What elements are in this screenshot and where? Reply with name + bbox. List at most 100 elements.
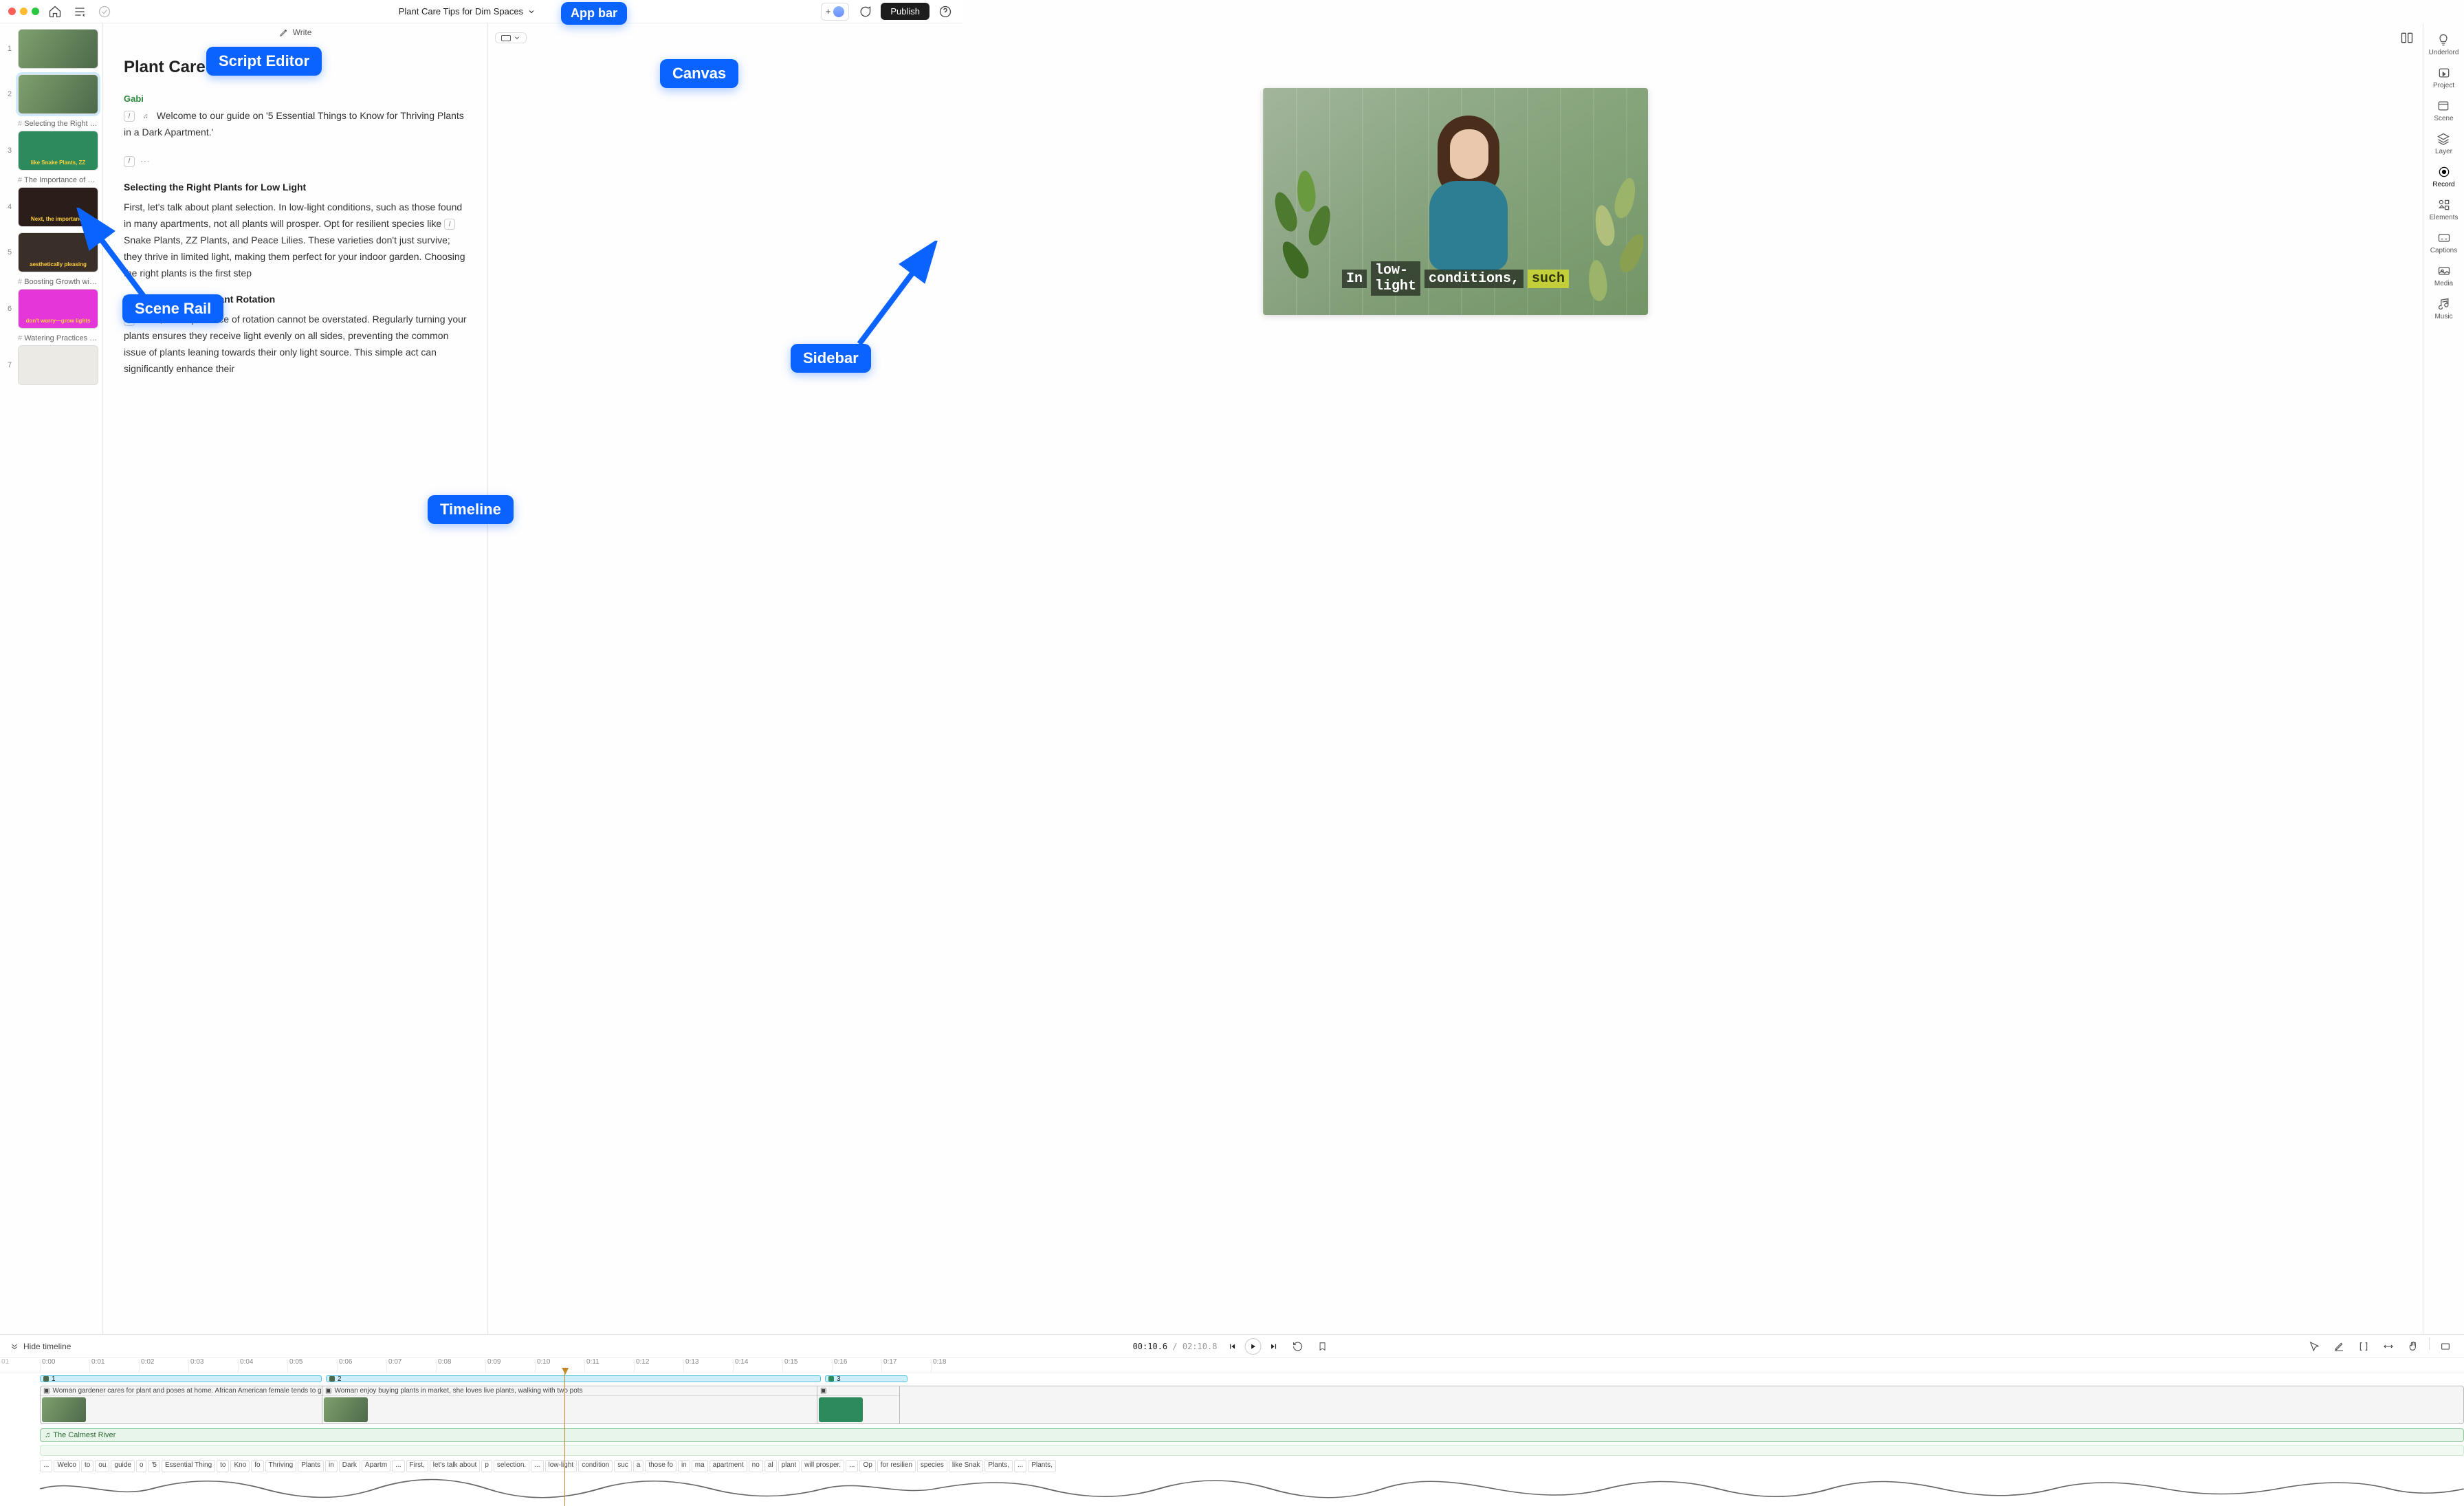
sidebar-item-elements[interactable]: Elements [2430,198,2458,221]
ruler-tick[interactable]: 0:15 [782,1358,832,1373]
scene-rail-item[interactable]: 7 [6,345,98,385]
fit-tool-button[interactable] [2379,1338,2397,1355]
sidebar-item-layer[interactable]: Layer [2435,132,2452,155]
transcript-word[interactable]: ... [40,1460,52,1472]
ruler-tick[interactable]: 0:02 [139,1358,188,1373]
transcript-word[interactable]: Welco [54,1460,80,1472]
transcript-word[interactable]: al [764,1460,777,1472]
menu-button[interactable] [71,3,89,21]
transcript-word[interactable]: p [481,1460,492,1472]
playhead[interactable] [564,1372,565,1506]
scene-thumbnail[interactable] [18,29,98,69]
ruler-tick[interactable]: 0:01 [89,1358,139,1373]
sidebar-item-project[interactable]: Project [2433,66,2454,89]
transcript-word[interactable]: condition [578,1460,613,1472]
close-window-button[interactable] [8,8,16,15]
script-title[interactable]: Plant Care T [124,58,467,77]
scene-rail-heading[interactable]: # Watering Practices for... [6,334,98,342]
fullscreen-button[interactable] [2436,1338,2454,1355]
transcript-word[interactable]: ... [392,1460,404,1472]
ruler-tick[interactable]: 0:14 [733,1358,782,1373]
timeline-ruler[interactable]: 010:000:010:020:030:040:050:060:070:080:… [0,1358,2464,1373]
scene-rail-heading[interactable]: # The Importance of Pla... [6,176,98,184]
transcript-word[interactable]: to [217,1460,229,1472]
ruler-tick[interactable]: 0:05 [287,1358,337,1373]
transcript-word[interactable]: Apartm [362,1460,390,1472]
transcript-word[interactable]: o [136,1460,147,1472]
ruler-tick[interactable]: 0:07 [386,1358,436,1373]
transcript-word[interactable]: Thriving [265,1460,297,1472]
sidebar-item-underlord[interactable]: Underlord [2429,33,2459,56]
next-frame-button[interactable] [1265,1338,1282,1355]
transcript-word[interactable]: ... [1014,1460,1026,1472]
sidebar-item-captions[interactable]: Captions [2430,231,2457,254]
transcript-word[interactable]: ou [95,1460,109,1472]
transcript-word[interactable]: species [917,1460,947,1472]
ruler-tick[interactable]: 01 [0,1358,40,1373]
scene-marker[interactable]: 1 [40,1375,322,1382]
ruler-tick[interactable]: 0:03 [188,1358,238,1373]
video-clip[interactable]: ▣Woman gardener cares for plant and pose… [41,1386,322,1423]
script-intro-paragraph[interactable]: / ♫ Welcome to our guide on '5 Essential… [124,108,467,141]
transcript-word[interactable]: guide [111,1460,134,1472]
ruler-tick[interactable]: 0:11 [584,1358,634,1373]
section-1-paragraph[interactable]: First, let's talk about plant selection.… [124,199,467,281]
transcript-word[interactable]: low-light [545,1460,578,1472]
scene-rail-heading[interactable]: # Boosting Growth with ... [6,278,98,286]
scene-rail-item[interactable]: 5aesthetically pleasing [6,232,98,272]
ruler-tick[interactable]: 0:12 [634,1358,683,1373]
sidebar-item-music[interactable]: Music [2434,297,2452,320]
scene-thumbnail[interactable] [18,74,98,114]
transcript-word[interactable]: suc [614,1460,632,1472]
ruler-tick[interactable]: 0:16 [832,1358,881,1373]
sidebar-item-scene[interactable]: Scene [2434,99,2453,122]
scene-marker[interactable]: 2 [326,1375,821,1382]
transcript-word[interactable]: those fo [645,1460,676,1472]
transcript-word[interactable]: apartment [710,1460,747,1472]
write-tool-button[interactable]: Write [279,28,312,37]
transcript-word[interactable]: no [749,1460,763,1472]
aspect-ratio-button[interactable] [495,32,527,43]
minimize-window-button[interactable] [20,8,28,15]
transcript-word[interactable]: Plants, [984,1460,1013,1472]
ruler-tick[interactable]: 0:09 [485,1358,535,1373]
bookmark-button[interactable] [1313,1338,1331,1355]
speaker-name[interactable]: Gabi [124,94,467,104]
transcript-word[interactable]: ma [692,1460,708,1472]
sidebar-item-media[interactable]: Media [2434,264,2453,287]
ruler-tick[interactable]: 0:04 [238,1358,287,1373]
ruler-tick[interactable]: 0:13 [683,1358,733,1373]
scene-rail-item[interactable]: 2 [6,74,98,114]
transcript-word[interactable]: will prosper. [801,1460,844,1472]
canvas-stage[interactable]: Inlow-lightconditions,such [495,47,2416,1329]
transcript-word[interactable]: First, [406,1460,428,1472]
section-2-paragraph[interactable]: / Next, the importance of rotation canno… [124,312,467,377]
transcript-word[interactable]: like Snak [949,1460,984,1472]
transcript-word[interactable]: Op [859,1460,875,1472]
scene-rail-item[interactable]: 6don't worry—grow lights [6,289,98,329]
pointer-tool-button[interactable] [2305,1338,2323,1355]
transcript-word[interactable]: ... [531,1460,543,1472]
transcript-word[interactable]: ... [846,1460,858,1472]
transcript-word[interactable]: a [633,1460,644,1472]
scene-rail[interactable]: 1 2 # Selecting the Right Pla... 3like Snak… [0,23,103,1334]
transcript-word[interactable]: in [325,1460,338,1472]
section-heading-2[interactable]: The Importance of Plant Rotation [124,294,467,305]
scene-rail-item[interactable]: 4Next, the importance [6,187,98,227]
ruler-tick[interactable]: 0:17 [881,1358,931,1373]
comments-button[interactable] [856,3,874,21]
home-button[interactable] [46,3,64,21]
transcript-word[interactable]: fo [251,1460,263,1472]
transcript-word[interactable]: to [81,1460,94,1472]
timeline-body[interactable]: 010:000:010:020:030:040:050:060:070:080:… [0,1358,2464,1506]
scene-rail-item[interactable]: 3like Snake Plants, ZZ [6,131,98,171]
scene-rail-heading[interactable]: # Selecting the Right Pla... [6,120,98,128]
waveform-track[interactable] [40,1475,2464,1503]
ruler-tick[interactable]: 0:18 [931,1358,980,1373]
empty-chip-line[interactable]: / ⋯ [124,153,467,170]
scene-rail-item[interactable]: 1 [6,29,98,69]
project-title-dropdown[interactable]: Plant Care Tips for Dim Spaces [392,3,542,19]
scene-marker-track[interactable]: 123 [0,1373,2464,1384]
transcript-word[interactable]: Essential Thing [162,1460,215,1472]
video-clip[interactable]: ▣ [817,1386,900,1423]
